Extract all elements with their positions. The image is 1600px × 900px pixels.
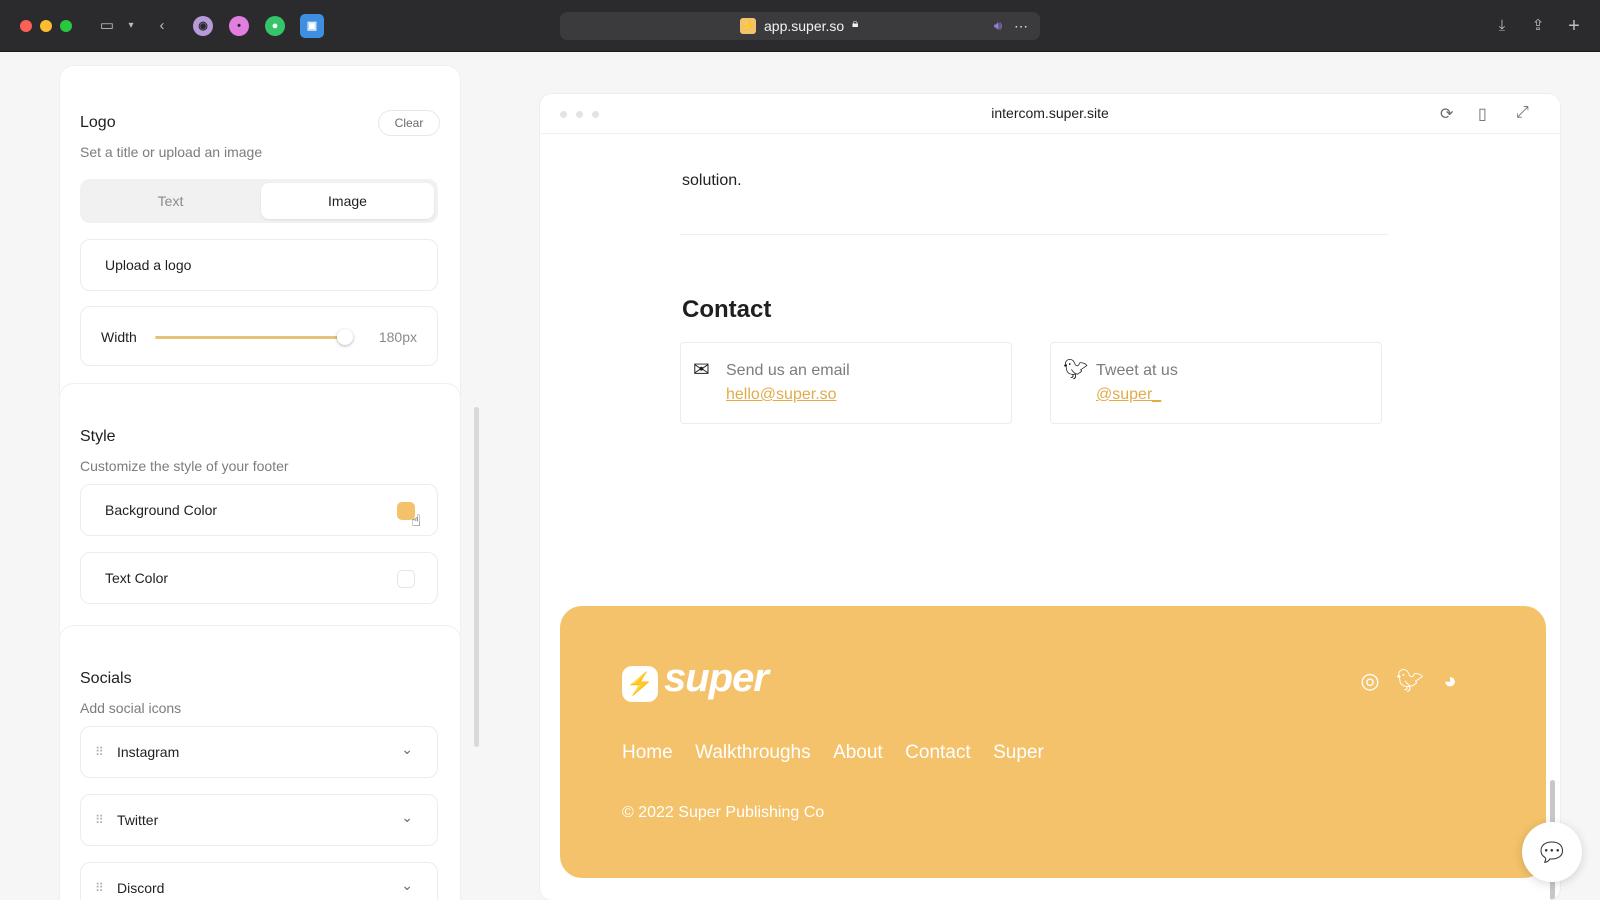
socials-card-title: Socials	[80, 670, 132, 687]
twitter-contact-label: Tweet at us	[1096, 362, 1178, 379]
preview-content: solution. Contact ✉︎ Send us an email he…	[540, 134, 1560, 900]
twitter-contact-card: 🐦︎ Tweet at us @super_	[1050, 342, 1382, 424]
footer-link-super[interactable]: Super	[993, 742, 1044, 764]
mail-icon: ✉︎	[693, 359, 710, 381]
footer-link-contact[interactable]: Contact	[905, 742, 970, 764]
extension-grammarly-icon[interactable]: ●	[265, 16, 285, 36]
socials-card-subtitle: Add social icons	[80, 700, 182, 716]
lock-icon: 🔒︎	[852, 16, 859, 30]
background-color-label: Background Color	[105, 502, 218, 518]
settings-panel: Logo Set a title or upload an image Clea…	[0, 52, 500, 900]
footer-link-home[interactable]: Home	[622, 742, 673, 764]
mobile-view-icon[interactable]: ▯	[1478, 104, 1487, 124]
preview-toolbar: intercom.super.site ⟳ ▯ ⤢	[540, 94, 1560, 134]
more-options-icon[interactable]: ⋯	[1012, 16, 1030, 36]
email-link[interactable]: hello@super.so	[726, 386, 837, 404]
site-footer: ⚡ super ◎ 🐦︎ ◕ Home Walkthroughs About C…	[560, 606, 1546, 878]
address-bar-url: app.super.so	[764, 18, 845, 34]
email-contact-label: Send us an email	[726, 362, 850, 379]
share-icon[interactable]: ⇪	[1528, 16, 1548, 36]
drag-handle-icon[interactable]: ⠿	[95, 881, 104, 895]
close-window-button[interactable]	[20, 20, 32, 32]
style-card-title: Style	[80, 428, 116, 445]
width-value: 180px	[378, 329, 417, 345]
chevron-down-icon[interactable]: ⌄	[401, 877, 413, 894]
audio-icon[interactable]: 🔊︎	[990, 16, 1006, 36]
chevron-down-icon[interactable]: ⌄	[401, 741, 413, 758]
extension-active-icon[interactable]: ▣	[300, 14, 324, 38]
chevron-down-icon[interactable]: ▾	[124, 16, 138, 36]
twitter-bird-icon: 🐦︎	[1063, 359, 1089, 381]
text-color-row[interactable]: Text Color	[80, 552, 438, 604]
twitter-icon[interactable]: 🐦︎	[1396, 668, 1424, 694]
footer-nav: Home Walkthroughs About Contact Super	[622, 742, 1062, 764]
logo-card-subtitle: Set a title or upload an image	[80, 144, 263, 160]
site-favicon-icon: ⚡	[740, 18, 756, 34]
extension-onepassword-icon[interactable]: ◉	[193, 16, 213, 36]
width-slider-handle[interactable]	[337, 329, 353, 345]
footer-link-about[interactable]: About	[833, 742, 883, 764]
download-icon[interactable]: ⤓	[1492, 16, 1512, 36]
email-contact-card: ✉︎ Send us an email hello@super.so	[680, 342, 1012, 424]
style-settings-card: Style Customize the style of your footer…	[60, 384, 460, 664]
drag-handle-icon[interactable]: ⠿	[95, 813, 104, 827]
clear-button[interactable]: Clear	[378, 110, 440, 136]
super-logo-icon: ⚡	[622, 666, 658, 702]
width-label: Width	[101, 329, 137, 345]
logo-type-segmented-control: Text Image	[80, 179, 438, 223]
footer-copyright: © 2022 Super Publishing Co	[622, 804, 825, 821]
chat-launcher-icon[interactable]: 💬︎	[1522, 822, 1582, 882]
upload-logo-label: Upload a logo	[105, 257, 192, 273]
footer-link-walkthroughs[interactable]: Walkthroughs	[695, 742, 810, 764]
social-item-instagram[interactable]: ⠿ Instagram ⌄	[80, 726, 438, 778]
address-bar[interactable]: ⚡ app.super.so 🔒︎ 🔊︎ ⋯	[560, 12, 1040, 40]
discord-icon[interactable]: ◕	[1436, 668, 1464, 694]
text-color-label: Text Color	[105, 570, 169, 586]
upload-logo-button[interactable]: Upload a logo	[80, 239, 438, 291]
social-item-name: Twitter	[117, 812, 159, 828]
refresh-icon[interactable]: ⟳	[1440, 104, 1453, 124]
extension-badge-icon[interactable]: •	[229, 16, 249, 36]
width-slider-track[interactable]	[155, 336, 345, 339]
segment-image[interactable]: Image	[261, 183, 434, 219]
minimize-window-button[interactable]	[40, 20, 52, 32]
socials-settings-card: Socials Add social icons ⠿ Instagram ⌄ ⠿…	[60, 626, 460, 900]
browser-chrome: ▭ ▾ ‹ ◉ • ● ▣ ⚡ app.super.so 🔒︎ 🔊︎ ⋯ ⤓ ⇪…	[0, 0, 1600, 52]
contact-heading: Contact	[682, 296, 772, 323]
logo-card-title: Logo	[80, 114, 116, 131]
pointer-cursor-icon: ☝︎	[411, 513, 421, 530]
new-tab-icon[interactable]: +	[1564, 16, 1584, 36]
segment-text[interactable]: Text	[84, 183, 257, 219]
sidebar-icon[interactable]: ▭	[96, 16, 118, 36]
social-item-name: Discord	[117, 880, 165, 896]
social-item-discord[interactable]: ⠿ Discord ⌄	[80, 862, 438, 900]
text-color-swatch[interactable]	[397, 570, 415, 588]
logo-settings-card: Logo Set a title or upload an image Clea…	[60, 66, 460, 422]
footer-brand[interactable]: super	[664, 656, 769, 701]
style-card-subtitle: Customize the style of your footer	[80, 458, 289, 474]
chevron-down-icon[interactable]: ⌄	[401, 809, 413, 826]
settings-scrollbar[interactable]	[474, 407, 479, 747]
social-item-twitter[interactable]: ⠿ Twitter ⌄	[80, 794, 438, 846]
preview-body-text: solution.	[682, 172, 742, 189]
back-icon[interactable]: ‹	[154, 16, 170, 36]
width-slider-row: Width 180px	[80, 306, 438, 366]
twitter-link[interactable]: @super_	[1096, 386, 1161, 404]
social-item-name: Instagram	[117, 744, 180, 760]
divider	[680, 234, 1388, 235]
site-preview-window: intercom.super.site ⟳ ▯ ⤢ solution. Cont…	[540, 94, 1560, 900]
background-color-row[interactable]: Background Color ☝︎	[80, 484, 438, 536]
drag-handle-icon[interactable]: ⠿	[95, 745, 104, 759]
expand-icon[interactable]: ⤢	[1516, 104, 1529, 122]
preview-area: intercom.super.site ⟳ ▯ ⤢ solution. Cont…	[500, 52, 1600, 900]
instagram-icon[interactable]: ◎	[1356, 668, 1384, 694]
preview-url: intercom.super.site	[991, 105, 1109, 121]
maximize-window-button[interactable]	[60, 20, 72, 32]
